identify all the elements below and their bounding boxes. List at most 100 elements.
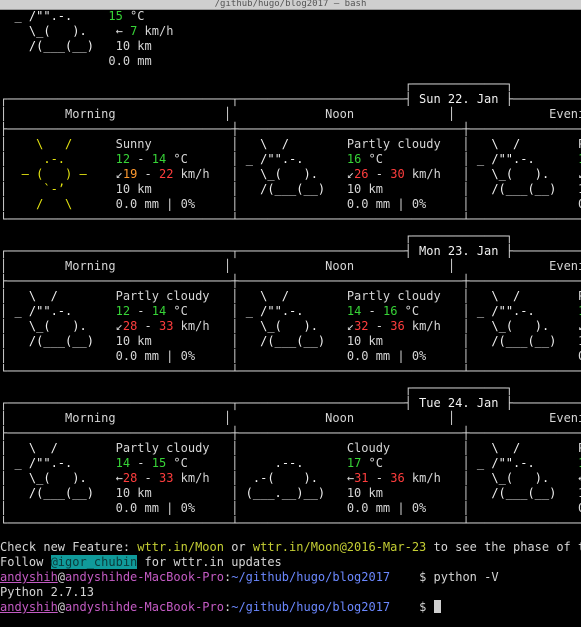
period-label: Noon: [325, 107, 448, 121]
weather-art: \ /: [469, 137, 579, 151]
table-border: └───────────────────────────────┴───────…: [0, 516, 581, 530]
temperature: 15: [151, 456, 167, 470]
temperature: 14: [346, 304, 362, 318]
temperature: 16: [346, 152, 362, 166]
wind-arrow-icon: ↙: [346, 319, 355, 333]
precipitation: 0.0 mm | 0%: [346, 501, 463, 515]
moon-date-link[interactable]: wttr.in/Moon@2016-Mar-23: [253, 540, 426, 554]
weather-art: /(___(__): [469, 182, 579, 196]
current-line: \_( ). ← 7 km/h: [0, 24, 174, 38]
temperature: 14: [151, 152, 167, 166]
forecast-row: │ 0.0 mm | 0% │ 0.0 mm | 0% │ 0.0: [0, 349, 581, 364]
temperature: 14: [115, 456, 131, 470]
weather-art: /(___(__): [0, 39, 102, 53]
weather-art: ― ( ) ―: [7, 167, 116, 181]
feature-line: Check new Feature: wttr.in/Moon or wttr.…: [0, 540, 581, 554]
precipitation: 0.0 mm | 0%: [346, 349, 463, 363]
table-border: └───────────────────────────────┴───────…: [0, 364, 581, 378]
condition-text: Partly cloudy: [346, 289, 463, 303]
weather-art: [238, 349, 346, 363]
weather-art: .--.: [238, 456, 347, 470]
weather-art: \ /: [469, 441, 579, 455]
weather-art: [238, 197, 346, 211]
wind-speed: 26: [354, 167, 369, 181]
prompt-host: andyshihde-MacBook-Pro: [65, 600, 224, 614]
forecast-row: │ \ / Partly cloudy │ Cloudy │ \ / Par: [0, 441, 581, 456]
weather-art: (___.__)__): [238, 486, 347, 500]
temperature: 17: [346, 456, 362, 470]
visibility: 10 km: [346, 182, 463, 196]
condition-text: Partly cloudy: [115, 289, 232, 303]
precipitation: 0.0 mm | 0%: [346, 197, 463, 211]
period-label: Noon: [325, 411, 448, 425]
weather-art: \_( ).: [238, 319, 347, 333]
weather-art: \_( ).: [238, 167, 347, 181]
weather-art: [7, 349, 115, 363]
period-label: Morning: [65, 259, 224, 273]
command-output: Python 2.7.13: [0, 585, 94, 599]
wind-speed: 31: [354, 471, 369, 485]
terminal-output[interactable]: _ /"".-. 15 °C \_( ). ← 7 km/h /(___(__)…: [0, 9, 581, 627]
weather-art: [470, 349, 578, 363]
prompt-host: andyshihde-MacBook-Pro: [65, 570, 224, 584]
table-header: │ Morning │ Noon │ Evening: [0, 259, 581, 274]
text-cursor[interactable]: [433, 600, 441, 613]
precipitation: 0.0 mm | 0%: [115, 501, 232, 515]
current-line: _ /"".-. 15 °C: [0, 9, 145, 23]
forecast-date: Tue 24. Jan: [411, 396, 506, 410]
table-border: ┌───────────────────────────────┬───────…: [0, 396, 581, 410]
period-label: Noon: [325, 259, 448, 273]
condition-text: Sunny: [115, 137, 232, 151]
forecast-row: │ .-. 12 - 14 °C │ _ /"".-. 16 °C │ _ /"…: [0, 152, 581, 167]
weather-art: \_( ).: [7, 471, 116, 485]
weather-art: /(___(__): [469, 334, 579, 348]
forecast-row: │ / \ 0.0 mm | 0% │ 0.0 mm | 0% │ 0.0: [0, 197, 581, 212]
date-tab: ┌─────────────┐: [0, 229, 513, 243]
weather-art: _ /"".-.: [238, 152, 347, 166]
weather-art: _ /"".-.: [469, 304, 579, 318]
prompt-symbol: $: [419, 600, 427, 614]
table-border: ┌───────────────────────────────┬───────…: [0, 92, 581, 106]
condition-text: Partly cloudy: [346, 137, 463, 151]
table-border: ┌───────────────────────────────┬───────…: [0, 244, 581, 258]
current-temp: 15: [108, 9, 123, 23]
prompt-user: andyshih: [0, 570, 58, 584]
wind-arrow-icon: ↙: [346, 167, 355, 181]
period-label: Evening: [549, 411, 581, 425]
weather-art: / \: [7, 197, 116, 211]
weather-art: /(___(__): [238, 334, 347, 348]
period-label: Morning: [65, 411, 224, 425]
prompt-line: andyshih@andyshihde-MacBook-Pro:~/github…: [0, 570, 499, 584]
weather-art: \_( ).: [0, 24, 102, 38]
forecast-row: │ _ /"".-. 12 - 14 °C │ _ /"".-. 14 - 16…: [0, 304, 581, 319]
wind-arrow-icon: ←: [346, 471, 355, 485]
wind-speed: 30: [390, 167, 405, 181]
weather-art: [470, 501, 578, 515]
weather-art: .-( ).: [238, 471, 347, 485]
follow-line: Follow @igor_chubin for wttr.in updates: [0, 555, 282, 569]
weather-art: _ /"".-.: [469, 152, 579, 166]
condition-text: Partly cloudy: [115, 441, 232, 455]
condition-text: Cloudy: [346, 441, 463, 455]
weather-art: \_( ).: [7, 319, 116, 333]
weather-art: _ /"".-.: [7, 304, 116, 318]
table-header: │ Morning │ Noon │ Evening: [0, 107, 581, 122]
twitter-handle-link[interactable]: @igor_chubin: [50, 555, 138, 569]
forecast-row: │ ― ( ) ― ↙19 - 22 km/h │ \_( ). ↙26 - 3…: [0, 167, 581, 182]
weather-art: /(___(__): [469, 486, 579, 500]
visibility: 10 km: [115, 486, 232, 500]
weather-art: [238, 501, 346, 515]
date-tab: ┌─────────────┐: [0, 77, 513, 91]
moon-link[interactable]: wttr.in/Moon: [137, 540, 224, 554]
wind-speed: 28: [122, 319, 138, 333]
table-border: └───────────────────────────────┴───────…: [0, 212, 581, 226]
period-label: Morning: [65, 107, 224, 121]
wind-speed: 36: [390, 319, 405, 333]
temperature: 12: [115, 304, 131, 318]
wind-arrow-icon: ↙: [115, 319, 123, 333]
forecast-row: │ \ / Sunny │ \ / Partly cloudy │ \ / Pa…: [0, 137, 581, 152]
weather-art: \ /: [7, 289, 116, 303]
weather-art: \_( ).: [469, 167, 579, 181]
table-border: ├───────────────────────────────┼───────…: [0, 122, 581, 136]
forecast-row: │ /(___(__) 10 km │ /(___(__) 10 km │ /(…: [0, 334, 581, 349]
